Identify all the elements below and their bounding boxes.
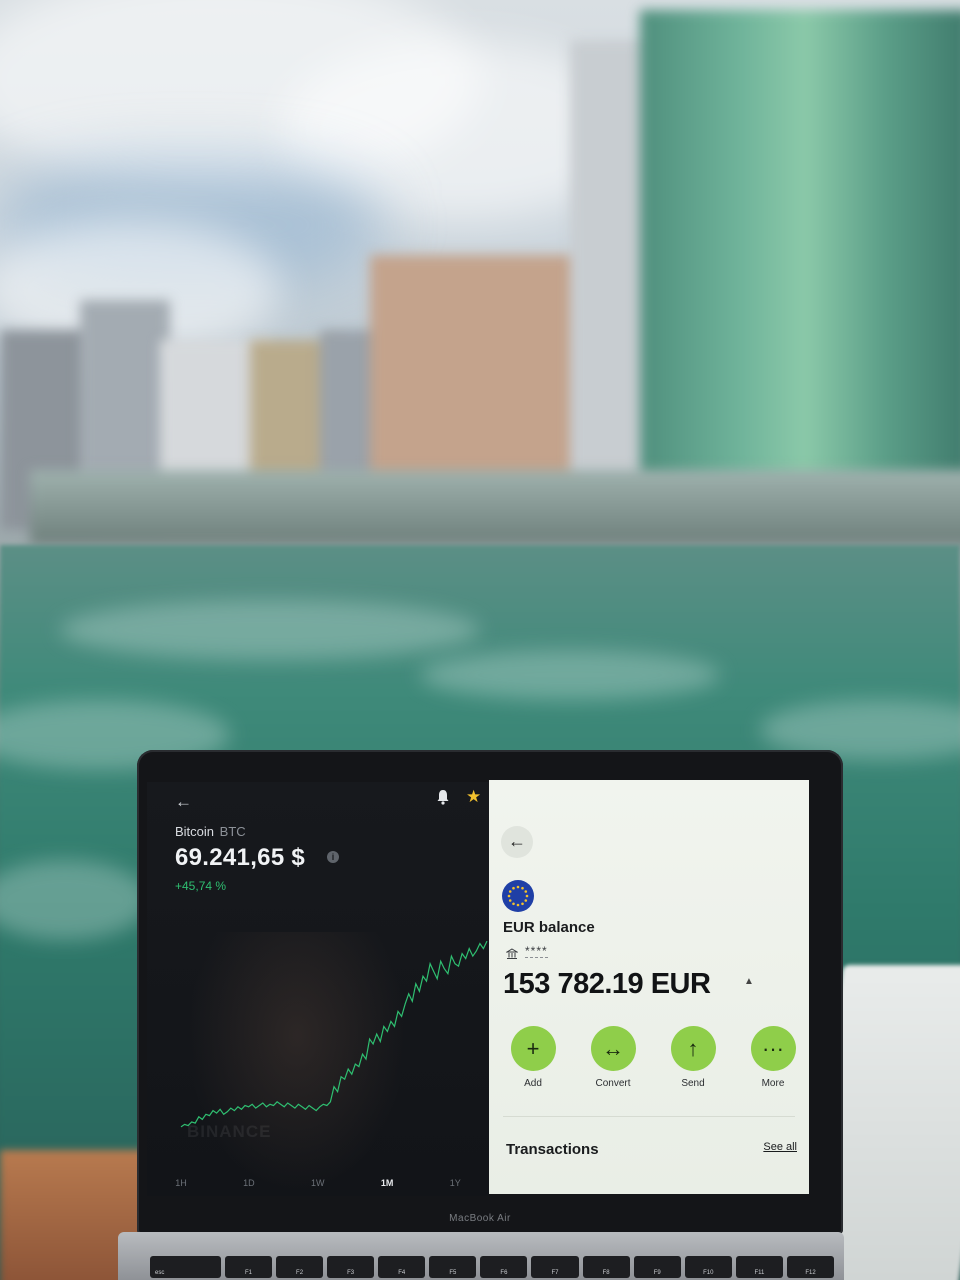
eu-star — [524, 890, 528, 893]
eu-star — [521, 902, 524, 906]
key-f5[interactable]: F5 — [429, 1256, 477, 1278]
key-f8[interactable]: F8 — [582, 1256, 630, 1278]
eu-flag-icon — [502, 880, 534, 912]
more-label: More — [761, 1078, 785, 1089]
coin-price: 69.241,65 $ — [175, 844, 306, 871]
wave — [420, 650, 720, 700]
divider — [503, 1116, 795, 1117]
coin-ticker: BTC — [219, 824, 246, 839]
masked-account-number[interactable]: **** — [525, 945, 548, 958]
send-action[interactable]: ↑ Send — [663, 1026, 723, 1089]
range-tab-1y[interactable]: 1Y — [450, 1178, 461, 1188]
key-f3[interactable]: F3 — [327, 1256, 375, 1278]
photo-scene: MacBook Air esc F1 F2 F3 F4 F5 F6 F7 F8 F9 F10 F11 F… — [0, 0, 960, 1280]
favorite-star-icon[interactable]: ★ — [466, 787, 481, 807]
eu-star — [524, 899, 528, 902]
key-f2[interactable]: F2 — [276, 1256, 324, 1278]
back-button[interactable]: ← — [501, 826, 533, 858]
eu-star — [508, 890, 512, 893]
eu-star — [507, 894, 511, 898]
see-all-link[interactable]: See all — [763, 1141, 797, 1153]
send-icon[interactable]: ↑ — [670, 1026, 716, 1071]
transactions-title: Transactions — [506, 1141, 599, 1158]
key-esc[interactable]: esc — [150, 1256, 221, 1278]
action-buttons: + Add ↔ Convert ↑ Send ··· More — [503, 1026, 803, 1089]
key-f6[interactable]: F6 — [480, 1256, 528, 1278]
eu-star — [508, 899, 512, 902]
key-f9[interactable]: F9 — [633, 1256, 681, 1278]
bell-icon[interactable] — [436, 788, 450, 806]
promenade — [30, 470, 960, 545]
balance-title: EUR balance — [503, 919, 595, 936]
key-f12[interactable]: F12 — [786, 1256, 835, 1278]
add-icon[interactable]: + — [510, 1026, 556, 1071]
key-f7[interactable]: F7 — [531, 1256, 579, 1278]
convert-label: Convert — [595, 1078, 631, 1089]
key-f1[interactable]: F1 — [224, 1256, 273, 1278]
eu-star — [521, 886, 524, 890]
convert-icon[interactable]: ↔ — [590, 1026, 636, 1071]
add-action[interactable]: + Add — [503, 1026, 563, 1089]
range-tab-1d[interactable]: 1D — [243, 1178, 255, 1188]
laptop-brand-label: MacBook Air — [449, 1213, 511, 1224]
mouse-cursor-icon: ▲ — [744, 976, 754, 987]
eu-star — [512, 902, 515, 906]
wallet-panel: ← EUR balance **** 153 782.19 EUR ▲ + Add… — [489, 780, 809, 1194]
balance-amount: 153 782.19 EUR — [503, 968, 711, 1000]
more-icon[interactable]: ··· — [750, 1026, 796, 1071]
eu-star — [516, 885, 520, 889]
back-arrow-icon[interactable]: ← — [175, 792, 192, 812]
price-change: +45,74 % — [175, 879, 227, 893]
add-label: Add — [524, 1078, 542, 1089]
send-label: Send — [681, 1078, 705, 1089]
range-tabs: 1H 1D 1W 1M 1Y — [147, 1178, 489, 1188]
coin-name-label: Bitcoin — [175, 824, 215, 839]
building-glass — [640, 10, 960, 480]
bank-icon — [506, 948, 518, 959]
info-icon[interactable]: i — [327, 851, 339, 863]
exchange-watermark: BINANCE — [187, 1122, 272, 1141]
eu-star — [512, 886, 515, 890]
range-tab-1h[interactable]: 1H — [175, 1178, 187, 1188]
more-action[interactable]: ··· More — [743, 1026, 803, 1089]
crypto-app-panel: ← ★ Bitcoin BTC 69.241,65 $ i +45,74 % B… — [147, 782, 489, 1196]
range-tab-1w[interactable]: 1W — [311, 1178, 325, 1188]
coin-name: Bitcoin BTC — [175, 824, 246, 839]
key-f10[interactable]: F10 — [684, 1256, 732, 1278]
eu-star — [516, 903, 520, 907]
key-f4[interactable]: F4 — [378, 1256, 426, 1278]
convert-action[interactable]: ↔ Convert — [583, 1026, 643, 1089]
key-f11[interactable]: F11 — [735, 1256, 783, 1278]
price-line — [180, 940, 488, 1128]
wave — [60, 600, 480, 660]
eu-star — [525, 894, 529, 898]
range-tab-1m[interactable]: 1M — [381, 1178, 394, 1188]
keyboard-function-row: esc F1 F2 F3 F4 F5 F6 F7 F8 F9 F10 F11 F12 — [150, 1256, 835, 1278]
